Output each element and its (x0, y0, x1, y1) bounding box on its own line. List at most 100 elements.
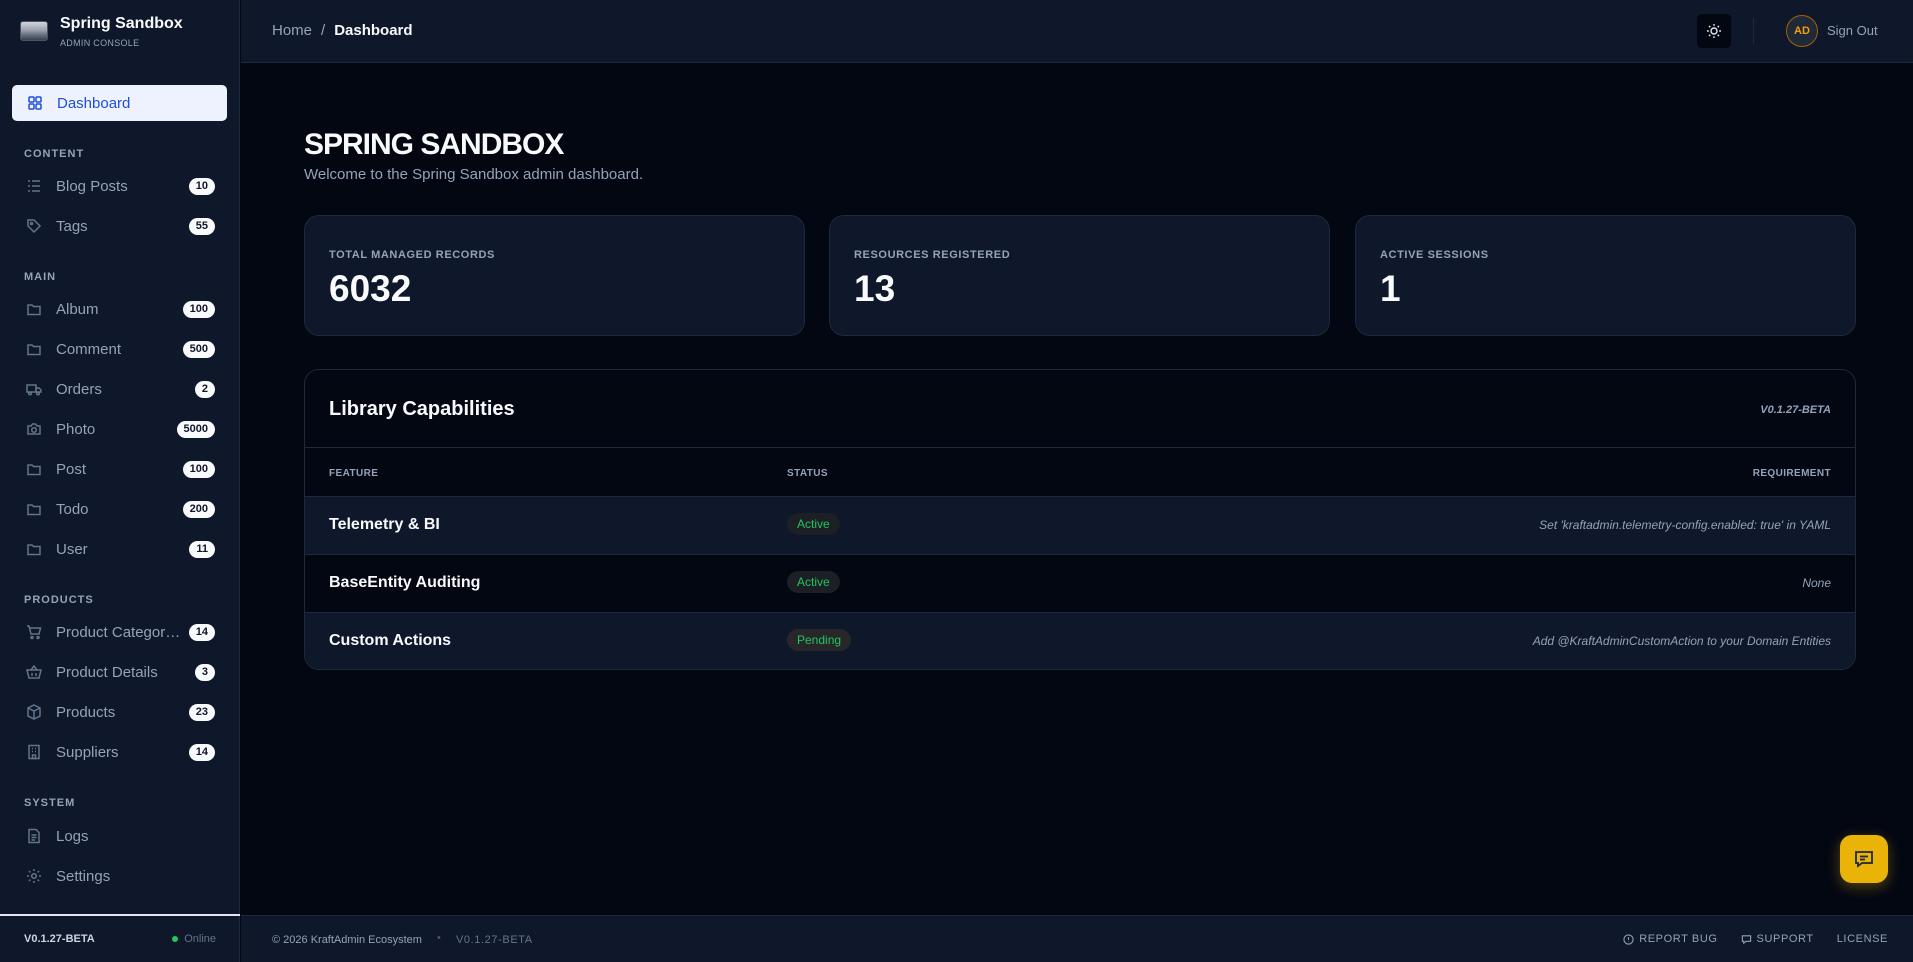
support-link[interactable]: SUPPORT (1741, 933, 1814, 945)
sun-icon (1707, 24, 1721, 38)
breadcrumb-home[interactable]: Home (272, 22, 312, 39)
sidebar-item-todo[interactable]: Todo 200 (12, 491, 227, 527)
box-icon (27, 704, 41, 720)
requirement-text: Set 'kraftadmin.telemetry-config.enabled… (1539, 518, 1831, 532)
report-bug-label: REPORT BUG (1639, 933, 1718, 945)
status-badge: Active (787, 571, 840, 593)
folder-icon (27, 304, 41, 316)
sidebar-item-comment[interactable]: Comment 500 (12, 331, 227, 367)
stat-label: TOTAL MANAGED RECORDS (329, 249, 495, 261)
count-badge: 5000 (176, 421, 215, 438)
sidebar-item-products[interactable]: Products 23 (12, 694, 227, 730)
sign-out-button[interactable]: Sign Out (1827, 23, 1878, 38)
sidebar-footer: V0.1.27-BETA Online (0, 914, 240, 962)
count-badge: 200 (182, 501, 215, 518)
capabilities-version: V0.1.27-BETA (1760, 404, 1831, 416)
count-badge: 100 (182, 461, 215, 478)
sidebar-item-label: Settings (56, 867, 111, 885)
requirement-text: None (1802, 576, 1831, 590)
count-badge: 100 (182, 301, 215, 318)
brand-subtitle: ADMIN CONSOLE (60, 37, 140, 48)
stat-value: 6032 (329, 268, 412, 309)
stat-card-total-records: TOTAL MANAGED RECORDS 6032 (304, 215, 805, 336)
status-text: Online (184, 933, 216, 945)
sidebar-item-label: User (56, 540, 88, 558)
table-row: Telemetry & BI Active Set 'kraftadmin.te… (305, 496, 1855, 554)
sidebar-item-label: Tags (56, 217, 88, 235)
license-link[interactable]: LICENSE (1837, 933, 1888, 945)
top-header: Home / Dashboard AD Sign Out (241, 0, 1913, 63)
sidebar: Spring Sandbox ADMIN CONSOLE Dashboard C… (0, 0, 240, 962)
page-subtitle: Welcome to the Spring Sandbox admin dash… (304, 166, 644, 183)
capabilities-title: Library Capabilities (329, 398, 515, 420)
sidebar-item-post[interactable]: Post 100 (12, 451, 227, 487)
count-badge: 10 (188, 178, 215, 195)
folder-icon (27, 464, 41, 476)
sidebar-item-blog-posts[interactable]: Blog Posts 10 (12, 168, 227, 204)
count-badge: 500 (182, 341, 215, 358)
basket-icon (26, 664, 42, 679)
sidebar-item-album[interactable]: Album 100 (12, 291, 227, 327)
sidebar-item-logs[interactable]: Logs (12, 818, 227, 854)
sidebar-item-label: Comment (56, 340, 122, 358)
table-row: Custom Actions Pending Add @KraftAdminCu… (305, 612, 1855, 669)
folder-icon (27, 544, 41, 556)
footer-links: REPORT BUG SUPPORT LICENSE (1600, 933, 1888, 945)
sidebar-item-product-details[interactable]: Product Details 3 (12, 654, 227, 690)
truck-icon (26, 384, 42, 396)
sidebar-item-orders[interactable]: Orders 2 (12, 371, 227, 407)
folder-icon (27, 344, 41, 356)
camera-icon (27, 423, 41, 435)
breadcrumb-separator: / (321, 22, 326, 39)
cart-icon (27, 625, 42, 640)
header-divider (1753, 18, 1754, 44)
sidebar-item-photo[interactable]: Photo 5000 (12, 411, 227, 447)
capabilities-header: Library Capabilities V0.1.27-BETA (305, 370, 1855, 448)
feature-name: Custom Actions (329, 632, 452, 649)
page-title: SPRING SANDBOX (304, 128, 564, 161)
stat-card-sessions: ACTIVE SESSIONS 1 (1355, 215, 1856, 336)
column-header-status: STATUS (787, 468, 828, 479)
breadcrumb-current: Dashboard (334, 22, 413, 39)
sidebar-item-label: Album (56, 300, 99, 318)
stat-value: 13 (854, 268, 896, 309)
theme-toggle-button[interactable] (1697, 14, 1731, 48)
sidebar-item-label: Suppliers (56, 743, 119, 761)
count-badge: 3 (194, 664, 215, 681)
report-bug-link[interactable]: REPORT BUG (1623, 933, 1717, 945)
tag-icon (27, 219, 42, 234)
sidebar-item-label: Products (56, 703, 116, 721)
list-icon (28, 180, 40, 192)
nav-section-content: CONTENT (24, 148, 85, 160)
brand-logo (20, 21, 48, 41)
sidebar-item-label: Product Categories (56, 623, 181, 641)
breadcrumb: Home / Dashboard (272, 22, 413, 39)
chat-icon (1855, 851, 1873, 868)
copyright-text: © 2026 KraftAdmin Ecosystem (272, 934, 422, 946)
sidebar-item-settings[interactable]: Settings (12, 858, 227, 894)
sidebar-item-product-categories[interactable]: Product Categories 14 (12, 614, 227, 650)
footer-separator: • (437, 932, 441, 944)
footer-version: V0.1.27-BETA (456, 934, 533, 946)
file-icon (28, 828, 40, 844)
stat-card-resources: RESOURCES REGISTERED 13 (829, 215, 1330, 336)
nav-section-system: SYSTEM (24, 797, 76, 809)
online-dot-icon (172, 936, 179, 942)
page-footer: © 2026 KraftAdmin Ecosystem • V0.1.27-BE… (241, 915, 1913, 962)
sidebar-item-dashboard[interactable]: Dashboard (12, 85, 227, 121)
avatar[interactable]: AD (1786, 15, 1818, 47)
grid-icon (28, 96, 42, 110)
count-badge: 11 (189, 541, 215, 558)
brand[interactable]: Spring Sandbox ADMIN CONSOLE (0, 0, 239, 62)
sidebar-item-tags[interactable]: Tags 55 (12, 208, 227, 244)
nav-section-products: PRODUCTS (24, 594, 94, 606)
sidebar-item-suppliers[interactable]: Suppliers 14 (12, 734, 227, 770)
requirement-text: Add @KraftAdminCustomAction to your Doma… (1532, 634, 1831, 648)
column-header-feature: FEATURE (329, 468, 379, 479)
nav-section-main: MAIN (24, 271, 57, 283)
feedback-button[interactable] (1840, 835, 1888, 883)
count-badge: 23 (188, 704, 215, 721)
sidebar-item-label: Photo (56, 420, 96, 438)
sidebar-item-user[interactable]: User 11 (12, 531, 227, 567)
count-badge: 55 (188, 218, 215, 235)
